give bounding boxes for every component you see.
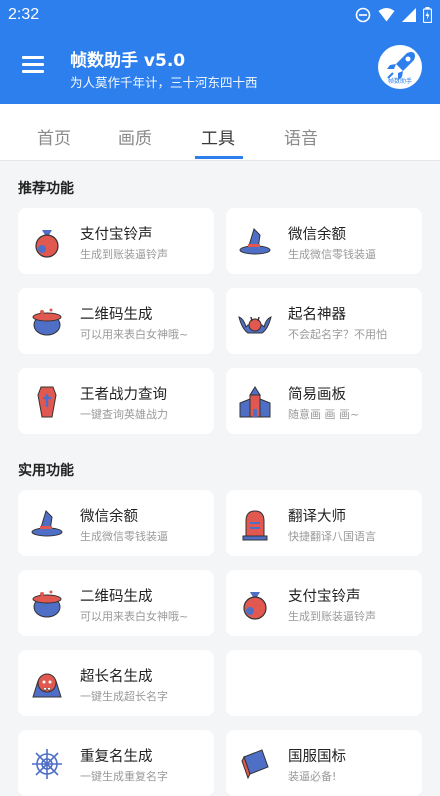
menu-icon-line <box>22 70 44 73</box>
card-title: 起名神器 <box>288 307 346 323</box>
spider-web-icon <box>32 749 62 779</box>
section-title-recommended: 推荐功能 <box>18 181 74 197</box>
card-translator[interactable]: 翻译大师 快捷翻译八国语言 <box>226 490 422 556</box>
card-title: 微信余额 <box>80 509 138 525</box>
card-title: 国服国标 <box>288 749 346 765</box>
card-title: 二维码生成 <box>80 307 153 323</box>
card-alipay-ringtone[interactable]: 支付宝铃声 生成到账装逼铃声 <box>18 208 214 274</box>
card-title: 二维码生成 <box>80 589 153 605</box>
cauldron-icon <box>32 590 62 618</box>
app-bar: 帧数助手 v5.0 为人莫作千年计，三十河东四十西 帧数助手 <box>0 32 440 104</box>
app-title: 帧数助手 v5.0 <box>70 51 186 71</box>
card-title: 超长名生成 <box>80 669 153 685</box>
tab-bar: 首页 画质 工具 语音 <box>0 104 440 161</box>
vampire-icon <box>32 673 62 698</box>
card-duplicate-name[interactable]: 重复名生成 一键生成重复名字 <box>18 730 214 796</box>
card-name-generator[interactable]: 起名神器 不会起名字？不用怕 <box>226 288 422 354</box>
card-subtitle: 一键查询英雄战力 <box>80 408 168 421</box>
card-subtitle: 一键生成超长名字 <box>80 690 168 703</box>
cellular-signal-icon <box>402 8 416 22</box>
book-icon <box>241 749 269 780</box>
card-title: 王者战力查询 <box>80 387 167 403</box>
card-subtitle: 可以用来表白女神哦~ <box>80 610 189 623</box>
status-icons <box>355 7 432 23</box>
status-bar: 2:32 <box>0 0 440 32</box>
wifi-icon <box>378 8 395 22</box>
card-title: 简易画板 <box>288 387 346 403</box>
tombstone-icon <box>242 510 268 541</box>
menu-icon <box>22 56 44 59</box>
coffin-icon <box>37 386 57 418</box>
church-icon <box>239 386 271 418</box>
card-alipay-ringtone[interactable]: 支付宝铃声 生成到账装逼铃声 <box>226 570 422 636</box>
status-time: 2:32 <box>8 6 40 23</box>
cauldron-icon <box>32 308 62 336</box>
tab-home[interactable]: 首页 <box>37 124 71 149</box>
card-subtitle: 快捷翻译八国语言 <box>288 530 376 543</box>
card-drawing-board[interactable]: 简易画板 随意画 画 画~ <box>226 368 422 434</box>
tab-tools[interactable]: 工具 <box>201 124 235 149</box>
card-title: 支付宝铃声 <box>80 227 153 243</box>
witch-hat-icon <box>239 228 271 255</box>
tab-voice[interactable]: 语音 <box>284 124 318 149</box>
card-subtitle: 不会起名字？不用怕 <box>288 328 387 341</box>
section-title-practical: 实用功能 <box>18 463 74 479</box>
app-subtitle: 为人莫作千年计，三十河东四十西 <box>70 75 258 90</box>
battery-icon <box>423 7 432 23</box>
active-tab-indicator <box>195 156 243 159</box>
do-not-disturb-icon <box>355 7 371 23</box>
card-title: 支付宝铃声 <box>288 589 361 605</box>
witch-hat-icon <box>31 510 63 537</box>
menu-icon-line <box>22 63 44 66</box>
card-qr-code[interactable]: 二维码生成 可以用来表白女神哦~ <box>18 570 214 636</box>
card-empty <box>226 650 422 716</box>
card-hero-power[interactable]: 王者战力查询 一键查询英雄战力 <box>18 368 214 434</box>
card-qr-code[interactable]: 二维码生成 可以用来表白女神哦~ <box>18 288 214 354</box>
app-logo[interactable]: 帧数助手 <box>378 45 422 89</box>
tab-quality[interactable]: 画质 <box>118 124 152 149</box>
card-subtitle: 随意画 画 画~ <box>288 408 360 421</box>
card-wechat-balance[interactable]: 微信余额 生成微信零钱装逼 <box>18 490 214 556</box>
menu-button[interactable] <box>22 56 44 74</box>
money-bag-icon <box>243 592 267 620</box>
card-subtitle: 可以用来表白女神哦~ <box>80 328 189 341</box>
card-subtitle: 生成微信零钱装逼 <box>288 248 376 261</box>
bat-icon <box>238 316 272 334</box>
card-subtitle: 生成到账装逼铃声 <box>80 248 168 261</box>
logo-text: 帧数助手 <box>387 78 412 85</box>
card-title: 重复名生成 <box>80 749 153 765</box>
card-title: 微信余额 <box>288 227 346 243</box>
card-subtitle: 生成到账装逼铃声 <box>288 610 376 623</box>
card-title: 翻译大师 <box>288 509 346 525</box>
card-subtitle: 生成微信零钱装逼 <box>80 530 168 543</box>
card-national-ranking[interactable]: 国服国标 装逼必备! <box>226 730 422 796</box>
card-wechat-balance[interactable]: 微信余额 生成微信零钱装逼 <box>226 208 422 274</box>
card-long-name[interactable]: 超长名生成 一键生成超长名字 <box>18 650 214 716</box>
money-bag-icon <box>35 230 59 258</box>
